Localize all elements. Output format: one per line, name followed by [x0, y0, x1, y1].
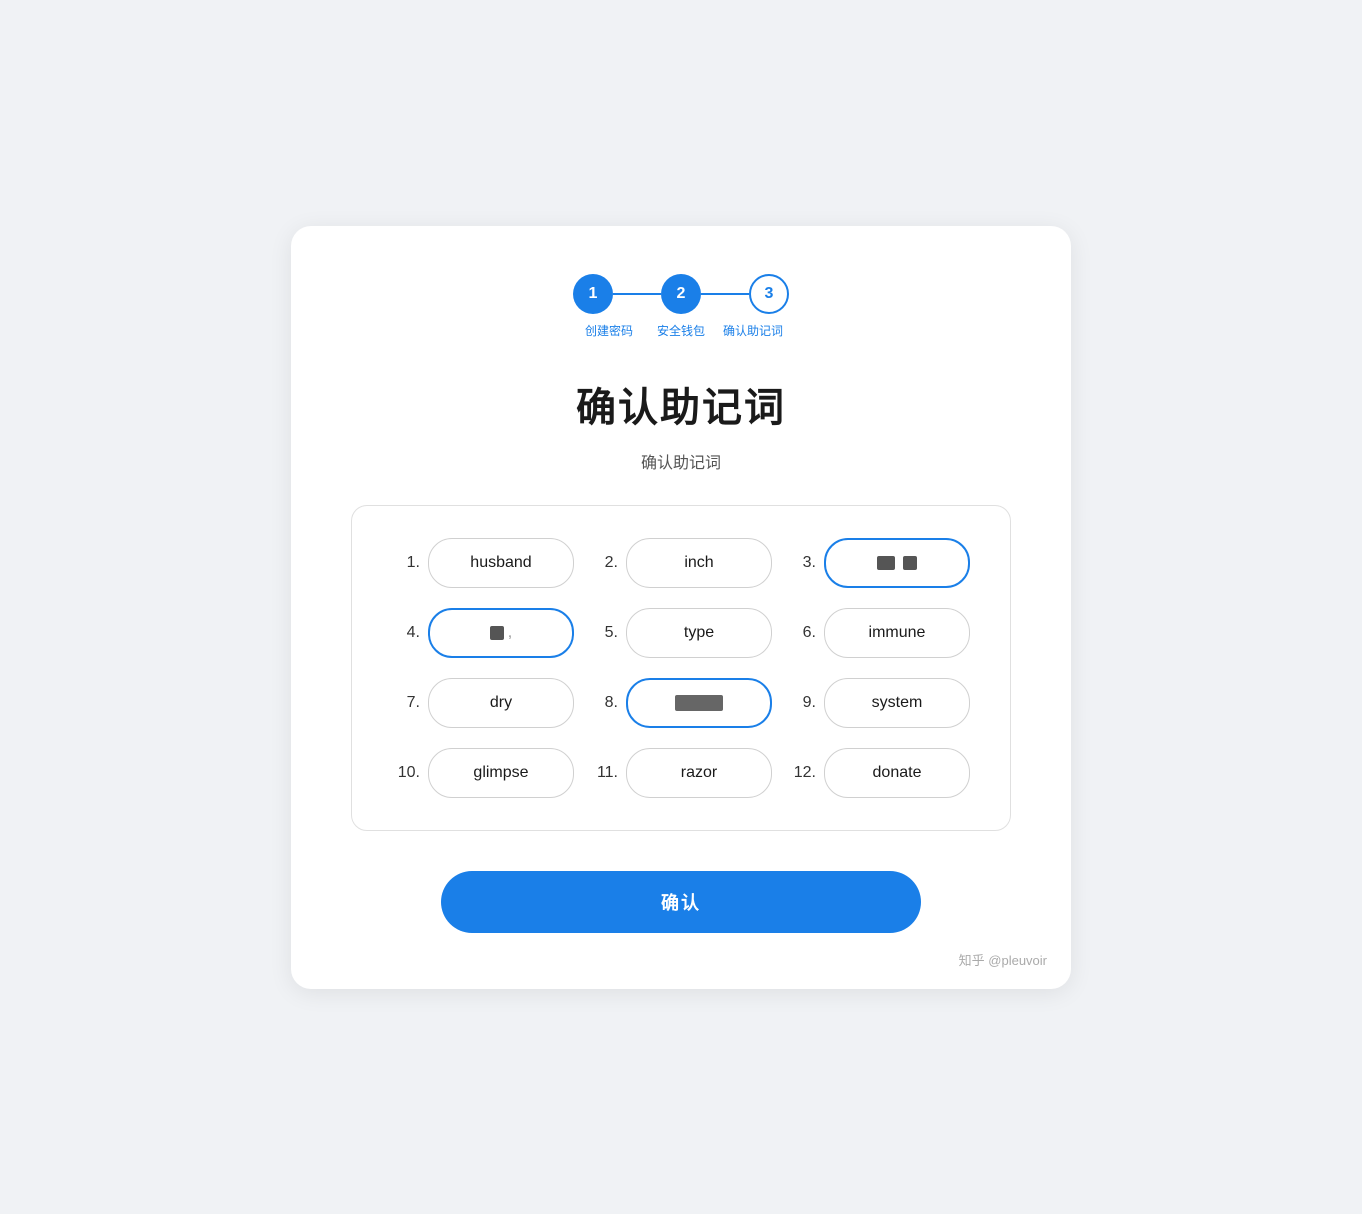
mnemonic-word-6[interactable]: immune: [824, 608, 970, 658]
step-3-circle: 3: [749, 274, 789, 314]
stepper-circles: 1 2 3: [573, 274, 789, 314]
step-1-label: 创建密码: [573, 322, 645, 339]
mnemonic-item-9: 9. system: [788, 678, 970, 728]
mnemonic-number-11: 11.: [590, 764, 618, 782]
mnemonic-number-5: 5.: [590, 624, 618, 642]
mnemonic-item-4: 4. ,: [392, 608, 574, 658]
mnemonic-number-12: 12.: [788, 764, 816, 782]
mnemonic-item-2: 2. inch: [590, 538, 772, 588]
mnemonic-number-1: 1.: [392, 554, 420, 572]
mnemonic-item-5: 5. type: [590, 608, 772, 658]
mnemonic-word-7[interactable]: dry: [428, 678, 574, 728]
mnemonic-word-5[interactable]: type: [626, 608, 772, 658]
step-2-label: 安全钱包: [645, 322, 717, 339]
mnemonic-item-7: 7. dry: [392, 678, 574, 728]
stepper-labels: 创建密码 安全钱包 确认助记词: [573, 322, 789, 339]
redacted-3a: [877, 556, 895, 570]
step-1-circle: 1: [573, 274, 613, 314]
cursor-4: ,: [508, 624, 512, 642]
step-3-number: 3: [765, 285, 774, 303]
step-1-number: 1: [589, 285, 598, 303]
main-card: 1 2 3 创建密码 安全钱包 确认助记词 确认助记词 确认助记词 1.: [291, 226, 1071, 989]
mnemonic-word-12[interactable]: donate: [824, 748, 970, 798]
mnemonic-number-2: 2.: [590, 554, 618, 572]
mnemonic-grid: 1. husband 2. inch 3.: [392, 538, 970, 798]
mnemonic-item-6: 6. immune: [788, 608, 970, 658]
mnemonic-item-12: 12. donate: [788, 748, 970, 798]
mnemonic-item-1: 1. husband: [392, 538, 574, 588]
mnemonic-number-3: 3.: [788, 554, 816, 572]
mnemonic-number-6: 6.: [788, 624, 816, 642]
watermark: 知乎 @pleuvoir: [959, 950, 1047, 969]
mnemonic-word-9[interactable]: system: [824, 678, 970, 728]
mnemonic-item-10: 10. glimpse: [392, 748, 574, 798]
stepper: 1 2 3 创建密码 安全钱包 确认助记词: [351, 274, 1011, 339]
mnemonic-word-1[interactable]: husband: [428, 538, 574, 588]
mnemonic-word-8[interactable]: [626, 678, 772, 728]
page-subtitle: 确认助记词: [351, 449, 1011, 473]
step-3-label: 确认助记词: [717, 322, 789, 339]
mnemonic-word-4[interactable]: ,: [428, 608, 574, 658]
mnemonic-item-8: 8.: [590, 678, 772, 728]
mnemonic-number-7: 7.: [392, 694, 420, 712]
mnemonic-item-11: 11. razor: [590, 748, 772, 798]
mnemonic-number-9: 9.: [788, 694, 816, 712]
step-2-circle: 2: [661, 274, 701, 314]
mnemonic-word-11[interactable]: razor: [626, 748, 772, 798]
mnemonic-number-4: 4.: [392, 624, 420, 642]
step-line-2: [701, 293, 749, 295]
mnemonic-item-3: 3.: [788, 538, 970, 588]
redacted-8: [675, 695, 723, 711]
mnemonic-word-10[interactable]: glimpse: [428, 748, 574, 798]
page-title: 确认助记词: [351, 375, 1011, 433]
redacted-4: [490, 626, 504, 640]
step-line-1: [613, 293, 661, 295]
mnemonic-word-3[interactable]: [824, 538, 970, 588]
redacted-3b: [903, 556, 917, 570]
confirm-button[interactable]: 确认: [441, 871, 921, 933]
step-2-number: 2: [677, 285, 686, 303]
mnemonic-word-2[interactable]: inch: [626, 538, 772, 588]
mnemonic-number-8: 8.: [590, 694, 618, 712]
mnemonic-container: 1. husband 2. inch 3.: [351, 505, 1011, 831]
mnemonic-number-10: 10.: [392, 764, 420, 782]
